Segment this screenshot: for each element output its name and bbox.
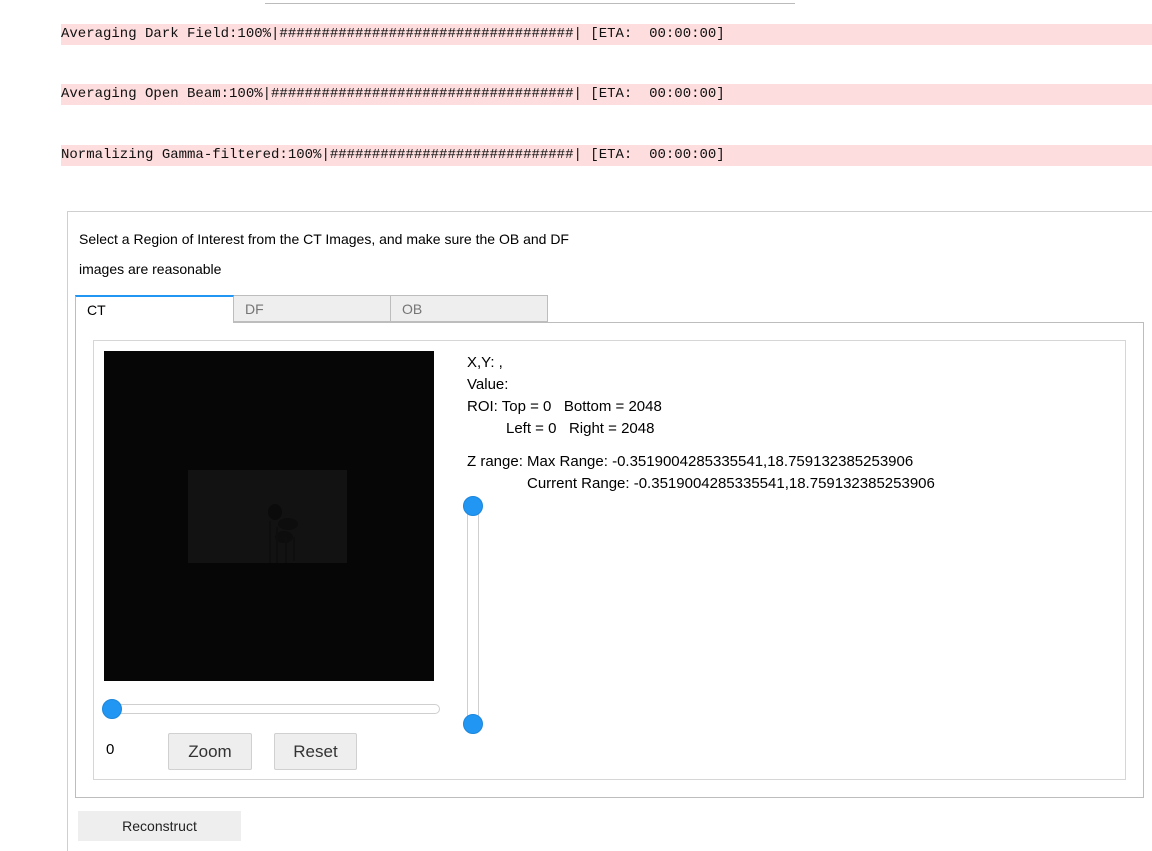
z-range-slider-track[interactable] bbox=[467, 506, 479, 724]
progress-output-line: Normalizing Gamma-filtered:100%|########… bbox=[61, 145, 1152, 166]
roi-readout: ROI: Top = 0 Bottom = 2048 bbox=[467, 398, 662, 415]
value-readout: Value: bbox=[467, 376, 509, 393]
slice-value: 0 bbox=[106, 741, 115, 758]
tab-ob[interactable]: OB bbox=[390, 295, 548, 322]
tab-df[interactable]: DF bbox=[233, 295, 391, 322]
z-range-high-handle[interactable] bbox=[463, 496, 483, 516]
progress-output-line: Averaging Dark Field:100%|##############… bbox=[61, 24, 1152, 45]
slice-slider-track[interactable] bbox=[106, 704, 440, 714]
z-range-low-handle[interactable] bbox=[463, 714, 483, 734]
instruction-text: images are reasonable bbox=[79, 261, 222, 277]
previous-output-fragment bbox=[0, 0, 1152, 4]
xy-readout: X,Y: , bbox=[467, 354, 503, 371]
tab-ct[interactable]: CT bbox=[75, 295, 234, 323]
current-range-readout: Current Range: -0.3519004285335541,18.75… bbox=[527, 475, 935, 492]
reconstruct-button[interactable]: Reconstruct bbox=[78, 811, 241, 841]
slice-slider-handle[interactable] bbox=[102, 699, 122, 719]
ct-image-canvas[interactable] bbox=[104, 351, 434, 681]
zoom-button[interactable]: Zoom bbox=[168, 733, 252, 770]
instruction-text: Select a Region of Interest from the CT … bbox=[79, 231, 569, 247]
z-range-readout: Z range: Max Range: -0.3519004285335541,… bbox=[467, 453, 914, 470]
progress-output-line: Averaging Open Beam:100%|###############… bbox=[61, 84, 1152, 105]
ct-image-graphic bbox=[104, 351, 434, 681]
reset-button[interactable]: Reset bbox=[274, 733, 357, 770]
roi-readout: Left = 0 Right = 2048 bbox=[506, 420, 655, 437]
